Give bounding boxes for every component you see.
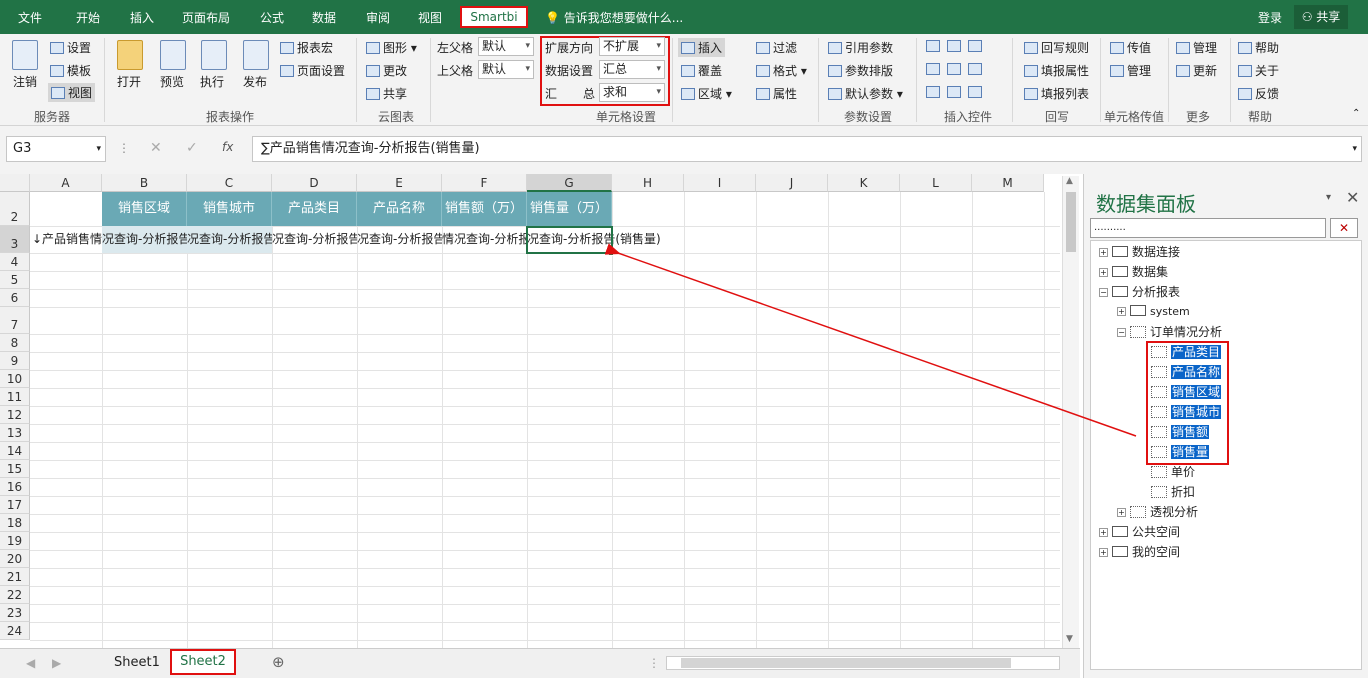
arrow-line	[604, 243, 1137, 437]
annotation-arrow	[604, 243, 1137, 437]
